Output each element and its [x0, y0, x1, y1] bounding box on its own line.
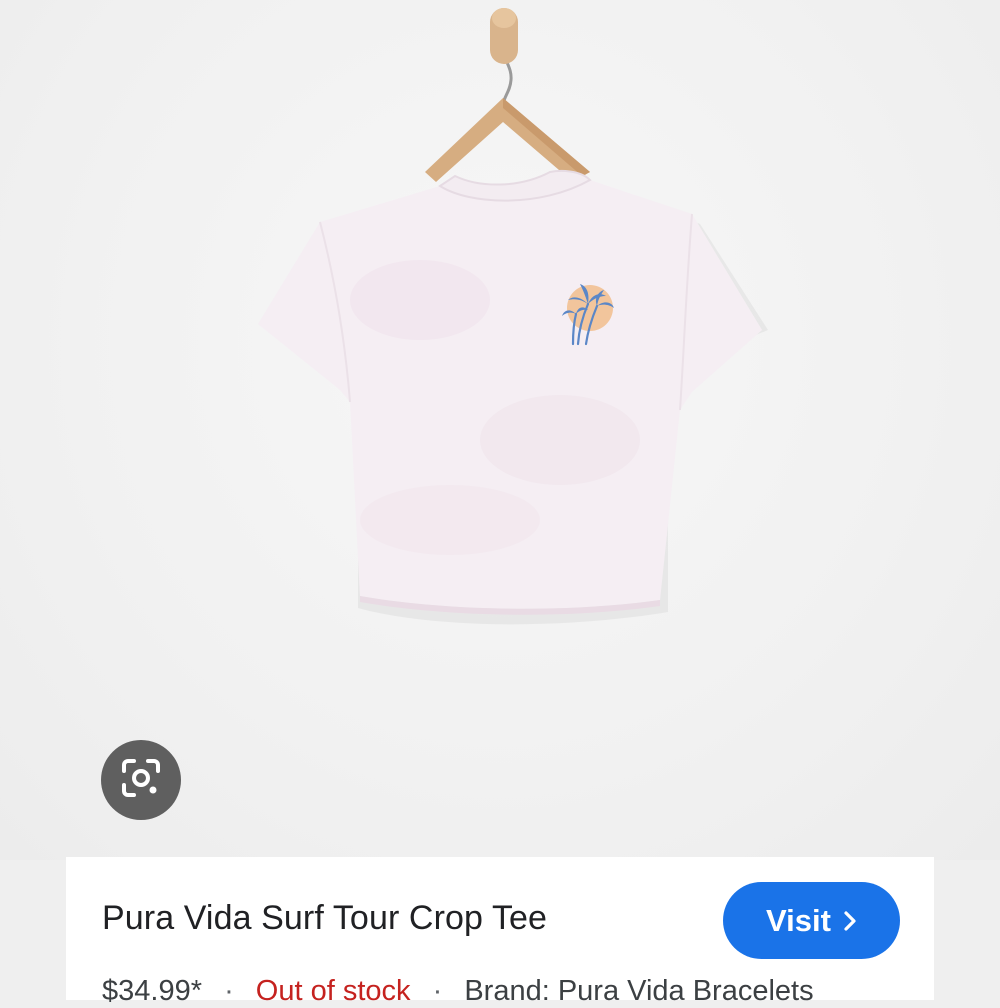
stock-status: Out of stock [255, 975, 411, 1007]
product-price: $34.99* [102, 975, 202, 1007]
meta-separator: · [224, 975, 234, 1007]
meta-separator: · [432, 975, 443, 1007]
product-title[interactable]: Pura Vida Surf Tour Crop Tee [102, 899, 547, 938]
google-lens-button[interactable] [101, 740, 181, 820]
chevron-right-icon [843, 910, 857, 932]
google-lens-icon [120, 757, 162, 804]
product-meta-row: $34.99* · Out of stock · Brand: Pura Vid… [102, 975, 814, 1008]
product-result-card[interactable]: Pura Vida Surf Tour Crop Tee Visit $34.9… [66, 857, 934, 1007]
visit-button[interactable]: Visit [723, 882, 900, 959]
tshirt-on-hanger-illustration [258, 8, 768, 625]
visit-button-label: Visit [766, 902, 831, 938]
product-image[interactable] [0, 0, 1000, 860]
product-brand: Brand: Pura Vida Bracelets [464, 975, 814, 1007]
